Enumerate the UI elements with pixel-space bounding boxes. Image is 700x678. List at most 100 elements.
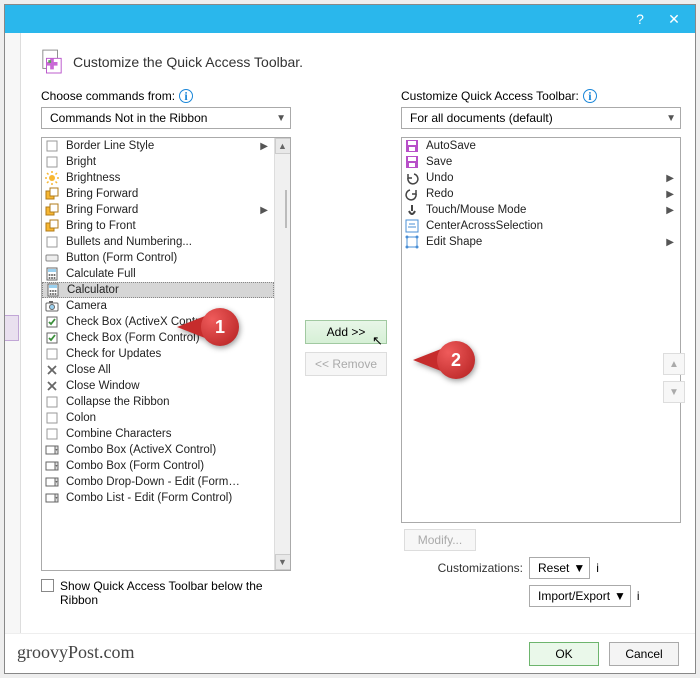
command-icon [44,251,60,265]
list-item-label: Calculate Full [66,268,136,280]
list-item[interactable]: Calculator [42,282,274,298]
commands-listbox[interactable]: Border Line Style ▶ Bright Brightness Bring … [41,137,291,571]
cancel-button[interactable]: Cancel [609,642,679,666]
list-item[interactable]: Bring Forward ▶ [42,202,274,218]
list-item[interactable]: Check Box (ActiveX Control) [42,314,274,330]
command-icon [44,331,60,345]
list-item-label: Check for Updates [66,348,161,360]
active-category-tab[interactable] [5,315,19,341]
command-icon [404,203,420,217]
list-item[interactable]: Collapse the Ribbon [42,394,274,410]
list-item-label: Redo [426,188,454,200]
remove-button[interactable]: << Remove [305,352,387,376]
show-below-checkbox[interactable] [41,579,54,592]
list-item[interactable]: Edit Shape▶ [402,234,680,250]
list-item[interactable]: Undo▶ [402,170,680,186]
command-icon [44,187,60,201]
modify-button[interactable]: Modify... [404,529,476,551]
add-button[interactable]: Add >> ↖ [305,320,387,344]
list-item-label: Close All [66,364,111,376]
scrollbar[interactable]: ▲ ▼ [274,138,290,570]
ok-button[interactable]: OK [529,642,599,666]
list-item[interactable]: Combo List - Edit (Form Control) [42,490,274,506]
info-icon[interactable]: i [179,89,193,103]
list-item[interactable]: Check Box (Form Control) [42,330,274,346]
qat-scope-combo[interactable]: For all documents (default) ▼ [401,107,681,129]
list-item[interactable]: Bring to Front [42,218,274,234]
list-item-label: Bright [66,156,96,168]
list-item[interactable]: Combine Characters [42,426,274,442]
list-item-label: AutoSave [426,140,476,152]
command-icon [404,187,420,201]
list-item[interactable]: Colon [42,410,274,426]
info-icon[interactable]: i [637,589,640,603]
close-window-button[interactable]: ✕ [657,8,691,30]
list-item-label: Colon [66,412,96,424]
list-item[interactable]: AutoSave [402,138,680,154]
command-icon [404,219,420,233]
list-item-label: Touch/Mouse Mode [426,204,526,216]
move-up-button[interactable]: ▲ [663,353,685,375]
list-item[interactable]: Button (Form Control) [42,250,274,266]
submenu-indicator-icon: ▶ [260,205,272,216]
help-button[interactable]: ? [623,8,657,30]
list-item[interactable]: Border Line Style ▶ [42,138,274,154]
list-item-label: Check Box (ActiveX Control) [66,316,212,328]
choose-commands-label: Choose commands from: [41,89,175,103]
list-item[interactable]: Check for Updates [42,346,274,362]
list-item-label: Undo [426,172,454,184]
command-icon [404,139,420,153]
list-item-label: CenterAcrossSelection [426,220,543,232]
list-item[interactable]: Bullets and Numbering... [42,234,274,250]
mouse-cursor-icon: ↖ [372,333,383,349]
command-icon [45,283,61,297]
list-item[interactable]: Close All [42,362,274,378]
list-item[interactable]: Bring Forward [42,186,274,202]
submenu-indicator-icon: ▶ [666,205,678,216]
list-item-label: Collapse the Ribbon [66,396,170,408]
list-item[interactable]: Camera [42,298,274,314]
list-item-label: Border Line Style [66,140,154,152]
command-icon [44,411,60,425]
command-icon [44,427,60,441]
command-icon [44,235,60,249]
submenu-indicator-icon: ▶ [666,189,678,200]
list-item-label: Bring Forward [66,204,138,216]
command-icon [44,491,60,505]
list-item[interactable]: Touch/Mouse Mode ▶ [402,202,680,218]
command-icon [44,475,60,489]
vertical-tab-strip [5,33,21,633]
list-item-label: Combo Drop-Down - Edit (Form… [66,476,240,488]
scroll-thumb[interactable] [285,190,287,228]
list-item-label: Close Window [66,380,140,392]
list-item[interactable]: Redo ▶ [402,186,680,202]
list-item[interactable]: Combo Drop-Down - Edit (Form… [42,474,274,490]
info-icon[interactable]: i [596,561,599,575]
command-icon [44,171,60,185]
list-item[interactable]: CenterAcrossSelection [402,218,680,234]
info-icon[interactable]: i [583,89,597,103]
list-item[interactable]: Calculate Full [42,266,274,282]
list-item[interactable]: Save [402,154,680,170]
show-below-label: Show Quick Access Toolbar below the Ribb… [60,579,270,607]
reset-dropdown[interactable]: Reset▼ [529,557,590,579]
command-icon [44,395,60,409]
list-item[interactable]: Close Window [42,378,274,394]
list-item[interactable]: Combo Box (Form Control) [42,458,274,474]
move-down-button[interactable]: ▼ [663,381,685,403]
import-export-dropdown[interactable]: Import/Export▼ [529,585,631,607]
titlebar: ? ✕ [5,5,695,33]
list-item[interactable]: Bright [42,154,274,170]
command-icon [44,363,60,377]
scroll-up-button[interactable]: ▲ [275,138,291,154]
list-item[interactable]: Brightness [42,170,274,186]
qat-items-listbox[interactable]: AutoSave SaveUndo▶ Redo ▶ Touch/Mouse Mode ▶ C… [401,137,681,523]
command-icon [44,203,60,217]
list-item[interactable]: Combo Box (ActiveX Control) [42,442,274,458]
list-item-label: Combo Box (ActiveX Control) [66,444,216,456]
customize-qat-label: Customize Quick Access Toolbar: [401,89,579,103]
scroll-down-button[interactable]: ▼ [275,554,291,570]
submenu-indicator-icon: ▶ [260,141,272,152]
list-item-label: Bring Forward [66,188,138,200]
choose-commands-combo[interactable]: Commands Not in the Ribbon ▼ [41,107,291,129]
